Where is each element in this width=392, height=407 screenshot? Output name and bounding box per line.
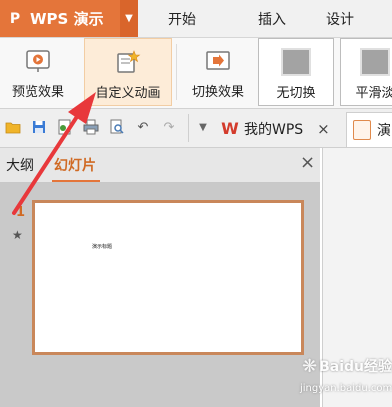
tab-my-wps[interactable]: W 我的WPS × — [214, 112, 344, 145]
baidu-paw-icon: ❋ — [302, 355, 318, 377]
tab-active-presentation-label: 演 — [377, 123, 391, 139]
wps-logo-icon: P — [9, 10, 21, 27]
switch-effect-icon — [203, 46, 233, 76]
smooth-fade-button[interactable]: 平滑淡 — [340, 38, 392, 106]
preview-icon — [23, 46, 53, 76]
customize-toolbar-chevron-icon[interactable]: ▼ — [196, 118, 210, 136]
redo-icon[interactable]: ↷ — [160, 118, 178, 136]
wps-w-logo-icon: W — [221, 119, 239, 138]
save-icon[interactable] — [30, 118, 48, 136]
custom-animation-label: 自定义动画 — [95, 86, 161, 101]
tab-slides[interactable]: 幻灯片 — [54, 155, 96, 175]
watermark: ❋ Baidu经验 — [302, 352, 392, 380]
tab-start[interactable]: 开始 — [146, 0, 218, 37]
app-title: WPS 演示 — [30, 10, 104, 28]
presentation-file-icon — [353, 120, 371, 140]
ribbon-separator — [176, 44, 177, 100]
app-menu-button[interactable]: P WPS 演示 — [0, 0, 120, 37]
tab-active-presentation[interactable]: 演 — [346, 112, 392, 147]
print-preview-icon[interactable] — [108, 118, 126, 136]
open-folder-icon[interactable] — [4, 118, 22, 136]
print-icon[interactable] — [82, 118, 100, 136]
toolbar-separator — [188, 114, 189, 142]
undo-icon[interactable]: ↶ — [134, 118, 152, 136]
chevron-down-icon[interactable]: ▼ — [120, 0, 138, 37]
slide-thumbnail-text: 演示标题 — [92, 244, 113, 250]
no-switch-thumbnail — [281, 47, 311, 77]
tab-outline[interactable]: 大纲 — [6, 155, 34, 175]
preview-effect-button[interactable]: 预览效果 — [0, 38, 76, 106]
close-tab-icon[interactable]: × — [317, 120, 330, 138]
smooth-fade-label: 平滑淡 — [355, 86, 392, 101]
custom-animation-icon — [113, 47, 143, 77]
export-pdf-icon[interactable] — [56, 118, 74, 136]
smooth-fade-thumbnail — [360, 47, 390, 77]
watermark-brand: Baidu经验 — [319, 359, 392, 375]
custom-animation-button[interactable]: 自定义动画 — [84, 38, 172, 106]
slide-panel-tabs — [0, 148, 320, 183]
tab-my-wps-label: 我的WPS — [244, 121, 304, 138]
switch-effect-label: 切换效果 — [191, 85, 244, 100]
tab-slides-underline — [52, 180, 100, 182]
tab-insert[interactable]: 插入 — [236, 0, 308, 37]
no-switch-button[interactable]: 无切换 — [258, 38, 334, 106]
slide-thumbnail[interactable] — [32, 200, 304, 355]
watermark-url: jingyan.baidu.com — [300, 383, 392, 394]
preview-effect-label: 预览效果 — [11, 85, 64, 100]
switch-effect-button[interactable]: 切换效果 — [178, 38, 258, 106]
tab-design[interactable]: 设计 — [300, 0, 380, 37]
close-panel-icon[interactable]: × — [300, 152, 315, 173]
no-switch-label: 无切换 — [276, 86, 316, 101]
slide-number: 1 — [16, 205, 26, 220]
animation-star-icon: ★ — [12, 228, 23, 242]
